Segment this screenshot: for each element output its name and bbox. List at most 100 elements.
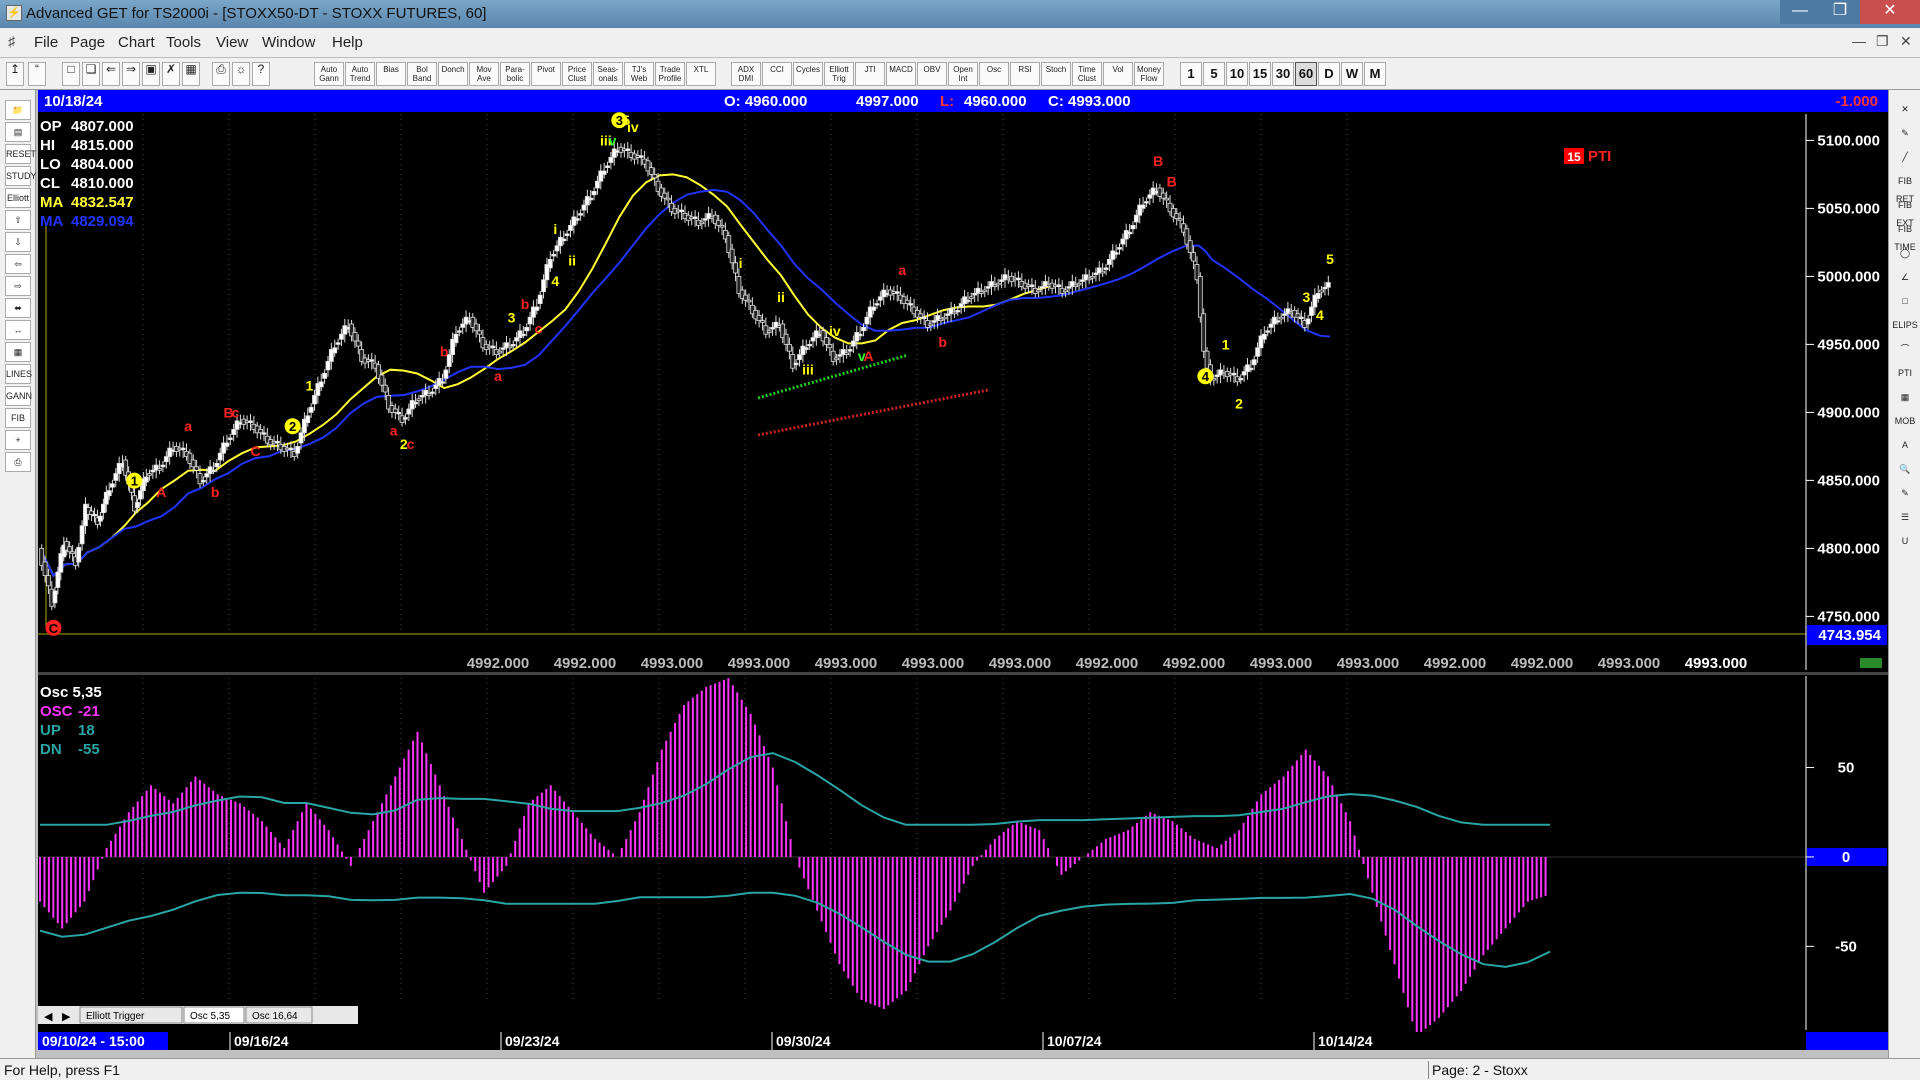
menu-tools[interactable]: Tools [166,34,201,51]
save-icon[interactable]: ⎙ [5,452,31,472]
document-icon[interactable]: ♯ [8,33,15,49]
study-button-2[interactable]: Bias [376,62,406,86]
chart-svg[interactable]: 10/18/24 O: 4960.000 4997.000 L: 4960.00… [38,90,1888,1050]
study-button-23[interactable]: Stoch [1041,62,1071,86]
study-button-15[interactable]: Cycles [793,62,823,86]
cross-icon[interactable]: ⬌ [5,298,31,318]
fib-ret-icon[interactable]: FIB RET [1892,172,1918,204]
print-icon[interactable]: ⎙ [212,62,230,86]
new-page-icon[interactable]: □ [62,62,80,86]
tab-scroll-left-icon[interactable]: ◀ [44,1011,53,1023]
period-button-M[interactable]: M [1364,62,1386,86]
study-button-5[interactable]: Mov Ave [469,62,499,86]
down-arrow-icon[interactable]: ⇩ [5,232,31,252]
study-button-0[interactable]: Auto Gann [314,62,344,86]
study-button-14[interactable]: CCI [762,62,792,86]
copy-page-icon[interactable]: ❏ [82,62,100,86]
period-button-5[interactable]: 5 [1203,62,1225,86]
quote-icon[interactable]: “ [28,62,46,86]
mdi-minimize-icon[interactable]: — [1852,33,1866,49]
menu-chart[interactable]: Chart [118,34,155,51]
fib-ext-icon[interactable]: FIB EXT [1892,196,1918,228]
study-button-22[interactable]: RSI [1010,62,1040,86]
study-button-26[interactable]: Money Flow [1134,62,1164,86]
study-button-18[interactable]: MACD [886,62,916,86]
crosshair-icon[interactable]: + [5,430,31,450]
grid-icon[interactable]: ▦ [1892,388,1918,406]
left-arrow-icon[interactable]: ⇐ [102,62,120,86]
study-button-9[interactable]: Seas-onals [593,62,623,86]
study-button-1[interactable]: Auto Trend [345,62,375,86]
menu-view[interactable]: View [216,34,248,51]
menu-help[interactable]: Help [332,34,363,51]
study-button-25[interactable]: Vol [1103,62,1133,86]
pti-icon[interactable]: PTI [1892,364,1918,382]
menu-window[interactable]: Window [262,34,315,51]
panel-splitter[interactable] [38,672,1888,675]
app-icon[interactable]: ⚡ [6,5,22,21]
notes-icon[interactable]: ☰ [1892,508,1918,526]
grid-icon[interactable]: ▦ [5,342,31,362]
line-icon[interactable]: ╱ [1892,148,1918,166]
study-button-24[interactable]: Time Clust [1072,62,1102,86]
delete-icon[interactable]: ✗ [162,62,180,86]
study-button-13[interactable]: ADX DMI [731,62,761,86]
magnet-icon[interactable]: U [1892,532,1918,550]
study-button-21[interactable]: Osc [979,62,1009,86]
study-button-10[interactable]: TJ's Web [624,62,654,86]
fib-icon[interactable]: FIB [5,408,31,428]
close-button[interactable]: ✕ [1860,0,1920,24]
mdi-close-icon[interactable]: ✕ [1900,33,1912,50]
circle-icon[interactable]: ◯ [1892,244,1918,262]
zoom-box-icon[interactable]: ▣ [142,62,160,86]
chart-area[interactable]: 10/18/24 O: 4960.000 4997.000 L: 4960.00… [38,90,1888,1050]
up-arrow-icon[interactable]: ⇧ [5,210,31,230]
right-arrow-icon[interactable]: ⇒ [122,62,140,86]
study-button-8[interactable]: Price Clust [562,62,592,86]
minimize-button[interactable]: — [1780,0,1820,24]
menu-file[interactable]: File [34,34,58,51]
mini-chart-icon[interactable] [1860,658,1882,668]
help-cursor-icon[interactable]: ? [252,62,270,86]
gann-icon[interactable]: GANN [5,386,32,406]
study-button-17[interactable]: JTI [855,62,885,86]
pencil-icon[interactable]: ✎ [1892,124,1918,142]
study-button-12[interactable]: XTL [686,62,716,86]
period-button-60[interactable]: 60 [1295,62,1317,86]
folder-icon[interactable]: 📁 [5,100,31,120]
lines-icon[interactable]: LINES [5,364,32,384]
ellipse-icon[interactable]: ELIPS [1892,316,1918,334]
study-button-3[interactable]: Bol Band [407,62,437,86]
period-button-10[interactable]: 10 [1226,62,1248,86]
bars-icon[interactable]: ▤ [5,122,31,142]
period-button-D[interactable]: D [1318,62,1340,86]
study-icon[interactable]: STUDY [5,166,37,186]
fib-time-icon[interactable]: FIB TIME [1892,220,1918,252]
zoom-icon[interactable]: 🔍 [1892,460,1918,478]
pin-icon[interactable]: ↥ [6,62,24,86]
paint-icon[interactable]: ✎ [1892,484,1918,502]
period-button-30[interactable]: 30 [1272,62,1294,86]
rect-icon[interactable]: □ [1892,292,1918,310]
expand-icon[interactable]: ↔ [5,320,31,340]
study-button-11[interactable]: Trade Profile [655,62,685,86]
study-button-16[interactable]: Elliott Trig [824,62,854,86]
text-a-icon[interactable]: A [1892,436,1918,454]
close-x-icon[interactable]: ✕ [1892,100,1918,118]
right-arrow-icon[interactable]: ⇨ [5,276,31,296]
period-button-15[interactable]: 15 [1249,62,1271,86]
tab-scroll-right-icon[interactable]: ▶ [62,1011,71,1023]
angle-icon[interactable]: ∠ [1892,268,1918,286]
study-button-20[interactable]: Open Int [948,62,978,86]
arc-icon[interactable]: ⌒ [1892,340,1918,358]
menu-page[interactable]: Page [70,34,105,51]
left-arrow-icon[interactable]: ⇦ [5,254,31,274]
elliott-icon[interactable]: Elliott [5,188,31,208]
study-button-6[interactable]: Para-bolic [500,62,530,86]
maximize-button[interactable]: ❐ [1820,0,1860,24]
lightbulb-icon[interactable]: ☼ [232,62,250,86]
study-button-7[interactable]: Pivot [531,62,561,86]
reset-icon[interactable]: RESET [5,144,36,164]
period-button-1[interactable]: 1 [1180,62,1202,86]
study-button-4[interactable]: Donch [438,62,468,86]
